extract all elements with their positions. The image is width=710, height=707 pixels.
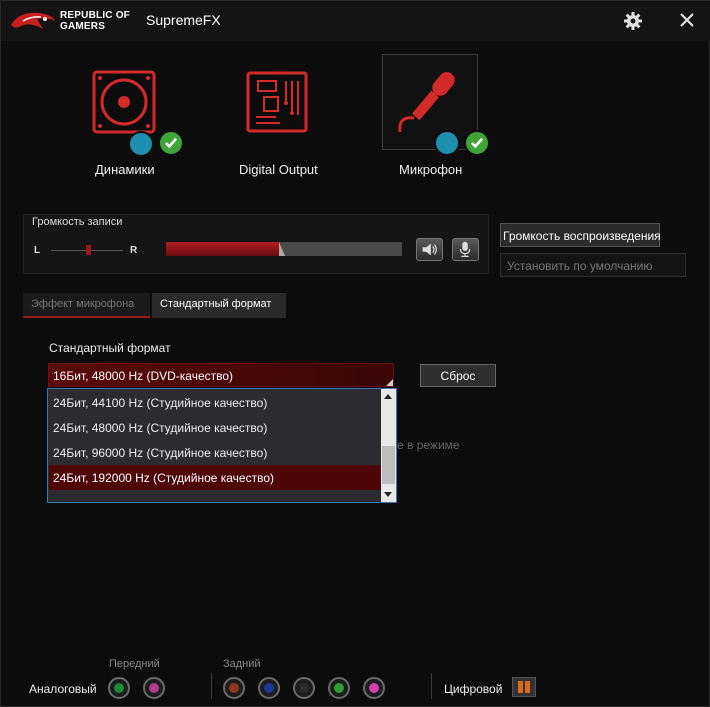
microphone-icon — [459, 241, 471, 257]
brand-line-1: REPUBLIC OF — [60, 10, 130, 21]
scroll-down-icon[interactable] — [384, 492, 392, 497]
circuit-board-icon — [246, 71, 308, 133]
scroll-up-icon[interactable] — [384, 394, 392, 399]
rog-brand-text: REPUBLIC OF GAMERS — [60, 10, 130, 32]
jack-core — [299, 683, 309, 693]
tab-microphone-effect[interactable]: Эффект микрофона — [23, 293, 150, 318]
format-select-value: 16Бит, 48000 Hz (DVD-качество) — [53, 369, 234, 383]
front-jack-pink[interactable] — [143, 677, 165, 699]
balance-left-label: L — [34, 245, 41, 256]
gear-icon[interactable] — [623, 11, 643, 31]
speaker-icon — [422, 243, 437, 256]
device-microphone[interactable]: Микрофон — [382, 54, 492, 184]
supremefx-window: REPUBLIC OF GAMERS SupremeFX Динамики Di… — [0, 0, 710, 707]
rear-jack-orange[interactable] — [223, 677, 245, 699]
jack-core — [149, 683, 159, 693]
format-option[interactable]: 24Бит, 44100 Hz (Студийное качество) — [49, 390, 381, 415]
format-option[interactable]: 24Бит, 96000 Hz (Студийное качество) — [49, 440, 381, 465]
recording-volume-title: Громкость записи — [32, 216, 123, 228]
digital-label: Цифровой — [444, 682, 503, 696]
rear-panel-label: Задний — [223, 658, 261, 670]
playback-volume-button[interactable]: Громкость воспроизведения — [500, 223, 661, 247]
balance-right-label: R — [130, 245, 138, 256]
rear-jack-green[interactable] — [328, 677, 350, 699]
reset-button[interactable]: Сброс — [420, 364, 496, 387]
format-dropdown-list[interactable]: 24Бит, 44100 Hz (Студийное качество) 24Б… — [47, 388, 397, 503]
analog-label: Аналоговый — [29, 682, 97, 696]
mute-speaker-button[interactable] — [416, 238, 443, 261]
device-label-microphone: Микрофон — [399, 162, 463, 177]
volume-fill — [166, 242, 279, 256]
device-speakers[interactable]: Динамики — [89, 67, 189, 187]
port-slot — [525, 681, 530, 693]
obscured-mode-text: е в режиме — [397, 438, 460, 452]
recording-volume-slider[interactable] — [166, 242, 402, 256]
device-digital-output[interactable]: Digital Output — [237, 67, 327, 187]
rear-jack-pink[interactable] — [363, 677, 385, 699]
jack-core — [334, 683, 344, 693]
volume-slider-handle[interactable] — [279, 242, 285, 256]
check-badge-icon — [464, 130, 490, 156]
jack-core — [229, 683, 239, 693]
port-slot — [518, 681, 523, 693]
format-option-highlighted[interactable]: 24Бит, 192000 Hz (Студийное качество) — [49, 465, 381, 490]
mute-microphone-button[interactable] — [452, 238, 479, 261]
divider — [211, 673, 212, 699]
device-label-digital-output: Digital Output — [239, 162, 318, 177]
app-title: SupremeFX — [146, 12, 221, 28]
jack-core — [264, 683, 274, 693]
format-section-label: Стандартный формат — [49, 341, 171, 355]
tab-default-format[interactable]: Стандартный формат — [152, 293, 286, 318]
front-jack-green[interactable] — [108, 677, 130, 699]
balance-slider-handle[interactable] — [86, 245, 91, 255]
recording-volume-panel: Громкость записи L R — [23, 214, 489, 274]
jack-core — [114, 683, 124, 693]
close-icon[interactable] — [677, 10, 697, 30]
chat-badge-icon — [434, 130, 460, 156]
speaker-icon — [92, 70, 156, 134]
dropdown-scrollbar[interactable] — [381, 389, 396, 502]
rear-jack-blue[interactable] — [258, 677, 280, 699]
divider — [431, 673, 432, 699]
format-select[interactable]: 16Бит, 48000 Hz (DVD-качество) — [48, 363, 394, 387]
rear-jack-black[interactable] — [293, 677, 315, 699]
title-bar: REPUBLIC OF GAMERS SupremeFX — [1, 1, 710, 41]
brand-line-2: GAMERS — [60, 21, 106, 32]
digital-output-port-icon[interactable] — [512, 677, 536, 697]
device-label-speakers: Динамики — [95, 162, 155, 177]
microphone-icon — [398, 72, 455, 133]
scrollbar-thumb[interactable] — [382, 446, 395, 484]
format-option[interactable]: 24Бит, 48000 Hz (Студийное качество) — [49, 415, 381, 440]
chevron-down-icon — [386, 379, 393, 386]
jack-core — [369, 683, 379, 693]
check-badge-icon — [158, 130, 184, 156]
set-default-button[interactable]: Установить по умолчанию — [500, 253, 686, 277]
rog-logo-icon — [11, 12, 55, 29]
front-panel-label: Передний — [109, 658, 160, 670]
chat-badge-icon — [128, 131, 154, 157]
